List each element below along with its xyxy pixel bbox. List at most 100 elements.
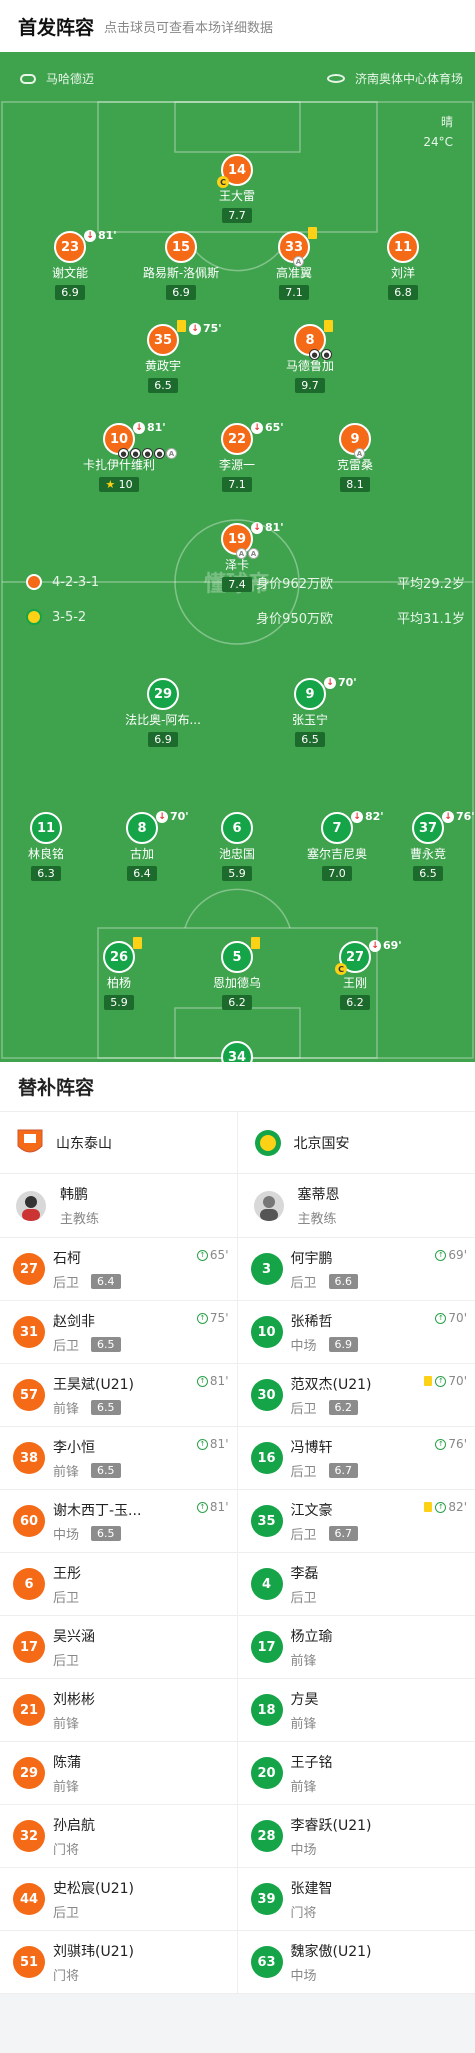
sub-player-name: 孙启航 bbox=[53, 1817, 95, 1834]
sub-in-indicator: ↑ 81' bbox=[196, 1374, 229, 1388]
away-player[interactable]: 27 ↓ 69' C 王刚 6.2 bbox=[290, 939, 420, 1010]
sub-player-row[interactable]: 16 冯博轩 后卫 6.7 ↑ 76' bbox=[237, 1427, 475, 1490]
sub-in-icon: ↑ bbox=[435, 1312, 447, 1324]
player-rating-value: 7.7 bbox=[228, 209, 246, 222]
home-subs-column: 山东泰山 韩鹏 主教练 27 石柯 后卫 6.4 ↑ 65' 31 赵剑非 后卫 6.5 ↑ 75' 5… bbox=[0, 1112, 238, 1994]
sub-player-position-text: 后卫 bbox=[290, 1464, 317, 1480]
away-player[interactable]: 5 恩加德乌 6.2 bbox=[172, 937, 302, 1010]
player-rating: 5.9 bbox=[104, 995, 134, 1010]
sub-player-row[interactable]: 38 李小恒 前锋 6.5 ↑ 81' bbox=[0, 1427, 237, 1490]
sub-player-row[interactable]: 63 魏家傲(U21) 中场 bbox=[237, 1931, 475, 1994]
player-number: 33 A bbox=[278, 227, 317, 267]
sub-player-row[interactable]: 20 王子铭 前锋 bbox=[237, 1742, 475, 1805]
sub-in-indicator: ↑ 76' bbox=[435, 1437, 467, 1451]
sub-off-time: 70' bbox=[338, 676, 357, 689]
sub-player-number: 3 bbox=[250, 1253, 283, 1285]
home-player[interactable]: 10 ↓ 81' ● ● ● ● A 卡扎伊什维利 ★ 10 bbox=[54, 421, 184, 492]
events: AA bbox=[235, 548, 259, 559]
sub-player-number: 38 bbox=[13, 1442, 45, 1474]
sub-player-row[interactable]: 28 李睿跃(U21) 中场 bbox=[237, 1805, 475, 1868]
sub-player-row[interactable]: 31 赵剑非 后卫 6.5 ↑ 75' bbox=[0, 1301, 237, 1364]
home-subs-team[interactable]: 山东泰山 bbox=[0, 1112, 237, 1174]
sub-player-position: 后卫 bbox=[291, 1587, 319, 1606]
home-player[interactable]: 22 ↓ 65' 李源一 7.1 bbox=[172, 421, 302, 492]
yellow-card-icon bbox=[324, 320, 333, 332]
home-player[interactable]: 11 刘洋 6.8 bbox=[338, 231, 468, 300]
sub-player-number: 17 bbox=[250, 1631, 283, 1663]
sub-player-row[interactable]: 27 石柯 后卫 6.4 ↑ 65' bbox=[0, 1238, 237, 1301]
sub-player-row[interactable]: 17 吴兴涵 后卫 bbox=[0, 1616, 237, 1679]
sub-in-time: 70' bbox=[448, 1374, 467, 1388]
sub-player-row[interactable]: 21 刘彬彬 前锋 bbox=[0, 1679, 237, 1742]
home-coach-name: 韩鹏 bbox=[60, 1187, 88, 1203]
sub-off-indicator: ↓ 75' bbox=[189, 322, 222, 335]
sub-player-info: 张建智 门将 bbox=[291, 1878, 333, 1921]
player-name: 柏杨 bbox=[106, 976, 131, 990]
player-number-text: 5 bbox=[232, 949, 242, 965]
sub-player-position: 前锋 6.5 bbox=[53, 1461, 121, 1480]
sub-off-time: 81' bbox=[147, 421, 166, 434]
assist-icon: A bbox=[248, 548, 259, 559]
sub-in-icon: ↑ bbox=[435, 1375, 447, 1387]
sub-player-row[interactable]: 29 陈蒲 前锋 bbox=[0, 1742, 237, 1805]
sub-player-name: 赵剑非 bbox=[53, 1313, 95, 1330]
player-number-text: 37 bbox=[418, 820, 438, 836]
sub-player-row[interactable]: 57 王昊斌(U21) 前锋 6.5 ↑ 81' bbox=[0, 1364, 237, 1427]
player-name: 克雷桑 bbox=[336, 458, 373, 472]
sub-player-row[interactable]: 32 孙启航 门将 bbox=[0, 1805, 237, 1868]
sub-player-row[interactable]: 17 杨立瑜 前锋 bbox=[237, 1616, 475, 1679]
player-rating-value: 7.4 bbox=[228, 578, 246, 591]
home-team-logo bbox=[26, 574, 42, 590]
sub-player-rating: 6.5 bbox=[91, 1399, 121, 1415]
sub-player-row[interactable]: 4 李磊 后卫 bbox=[237, 1553, 475, 1616]
away-player[interactable]: 9 ↓ 70' 张玉宁 6.5 bbox=[245, 676, 375, 747]
away-player[interactable]: 34侯森6.1 bbox=[172, 1041, 302, 1062]
player-number: 34 bbox=[221, 1041, 253, 1062]
sub-off-indicator: ↓ 65' bbox=[251, 421, 284, 434]
sub-player-row[interactable]: 51 刘骐玮(U21) 门将 bbox=[0, 1931, 237, 1994]
sub-player-name: 吴兴涵 bbox=[53, 1628, 95, 1645]
sub-player-position-text: 后卫 bbox=[53, 1653, 80, 1669]
sub-player-row[interactable]: 30 范双杰(U21) 后卫 6.2 ↑ 70' bbox=[237, 1364, 475, 1427]
player-number-text: 11 bbox=[36, 820, 56, 836]
sub-player-position: 中场 6.9 bbox=[291, 1335, 359, 1354]
sub-player-row[interactable]: 18 方昊 前锋 bbox=[237, 1679, 475, 1742]
away-player[interactable]: 37 ↓ 76' 曹永竞 6.5 bbox=[363, 810, 475, 881]
player-rating-value: 5.9 bbox=[228, 867, 246, 880]
player-rating: 9.7 bbox=[295, 378, 325, 393]
sub-player-row[interactable]: 6 王彤 后卫 bbox=[0, 1553, 237, 1616]
player-rating-value: 6.5 bbox=[419, 867, 437, 880]
sub-player-row[interactable]: 44 史松宸(U21) 后卫 bbox=[0, 1868, 237, 1931]
sub-player-rating: 6.5 bbox=[91, 1336, 121, 1352]
player-name: 王刚 bbox=[342, 976, 367, 990]
away-coach[interactable]: 塞蒂恩 主教练 bbox=[237, 1174, 475, 1238]
sub-in-icon: ↑ bbox=[196, 1501, 208, 1513]
player-number-text: 34 bbox=[227, 1049, 247, 1063]
sub-player-rating: 6.7 bbox=[328, 1525, 359, 1541]
away-player[interactable]: 29 法比奥-阿布... 6.9 bbox=[98, 678, 228, 747]
sub-player-row[interactable]: 3 何宇鹏 后卫 6.6 ↑ 69' bbox=[237, 1238, 475, 1301]
sub-player-row[interactable]: 35 江文豪 后卫 6.7 ↑ 82' bbox=[237, 1490, 475, 1553]
home-player[interactable]: 15 路易斯-洛佩斯 6.9 bbox=[116, 231, 246, 300]
sub-off-icon: ↓ bbox=[133, 421, 145, 434]
sub-player-number: 60 bbox=[13, 1505, 45, 1537]
home-coach[interactable]: 韩鹏 主教练 bbox=[0, 1174, 237, 1238]
sub-player-row[interactable]: 39 张建智 门将 bbox=[237, 1868, 475, 1931]
home-player[interactable]: 35 ↓ 75' 黄政宇 6.5 bbox=[98, 320, 228, 393]
sub-off-icon: ↓ bbox=[369, 939, 381, 952]
sub-player-position-text: 前锋 bbox=[290, 1716, 317, 1732]
home-player[interactable]: 19 ↓ 81' A A 泽卡 7.4 bbox=[172, 521, 302, 592]
sub-player-row[interactable]: 10 张稀哲 中场 6.9 ↑ 70' bbox=[237, 1301, 475, 1364]
avatar bbox=[253, 1190, 284, 1221]
home-player[interactable]: 9 A 克雷桑 8.1 bbox=[290, 423, 420, 492]
sub-player-name: 冯博轩 bbox=[290, 1439, 333, 1456]
sub-player-row[interactable]: 60 谢木西丁-玉... 中场 6.5 ↑ 81' bbox=[0, 1490, 237, 1553]
away-subs-team[interactable]: 北京国安 bbox=[237, 1112, 475, 1174]
sub-in-indicator: ↑ 75' bbox=[196, 1311, 229, 1325]
player-rating: 6.9 bbox=[55, 285, 85, 300]
player-number: 5 bbox=[221, 937, 260, 973]
home-player[interactable]: 8 ● ● 马德鲁加 9.7 bbox=[245, 320, 375, 393]
away-player[interactable]: 26 柏杨 5.9 bbox=[54, 937, 184, 1010]
home-player[interactable]: 14 C 王大雷 7.7 bbox=[172, 154, 302, 223]
sub-player-position: 前锋 bbox=[291, 1650, 333, 1669]
